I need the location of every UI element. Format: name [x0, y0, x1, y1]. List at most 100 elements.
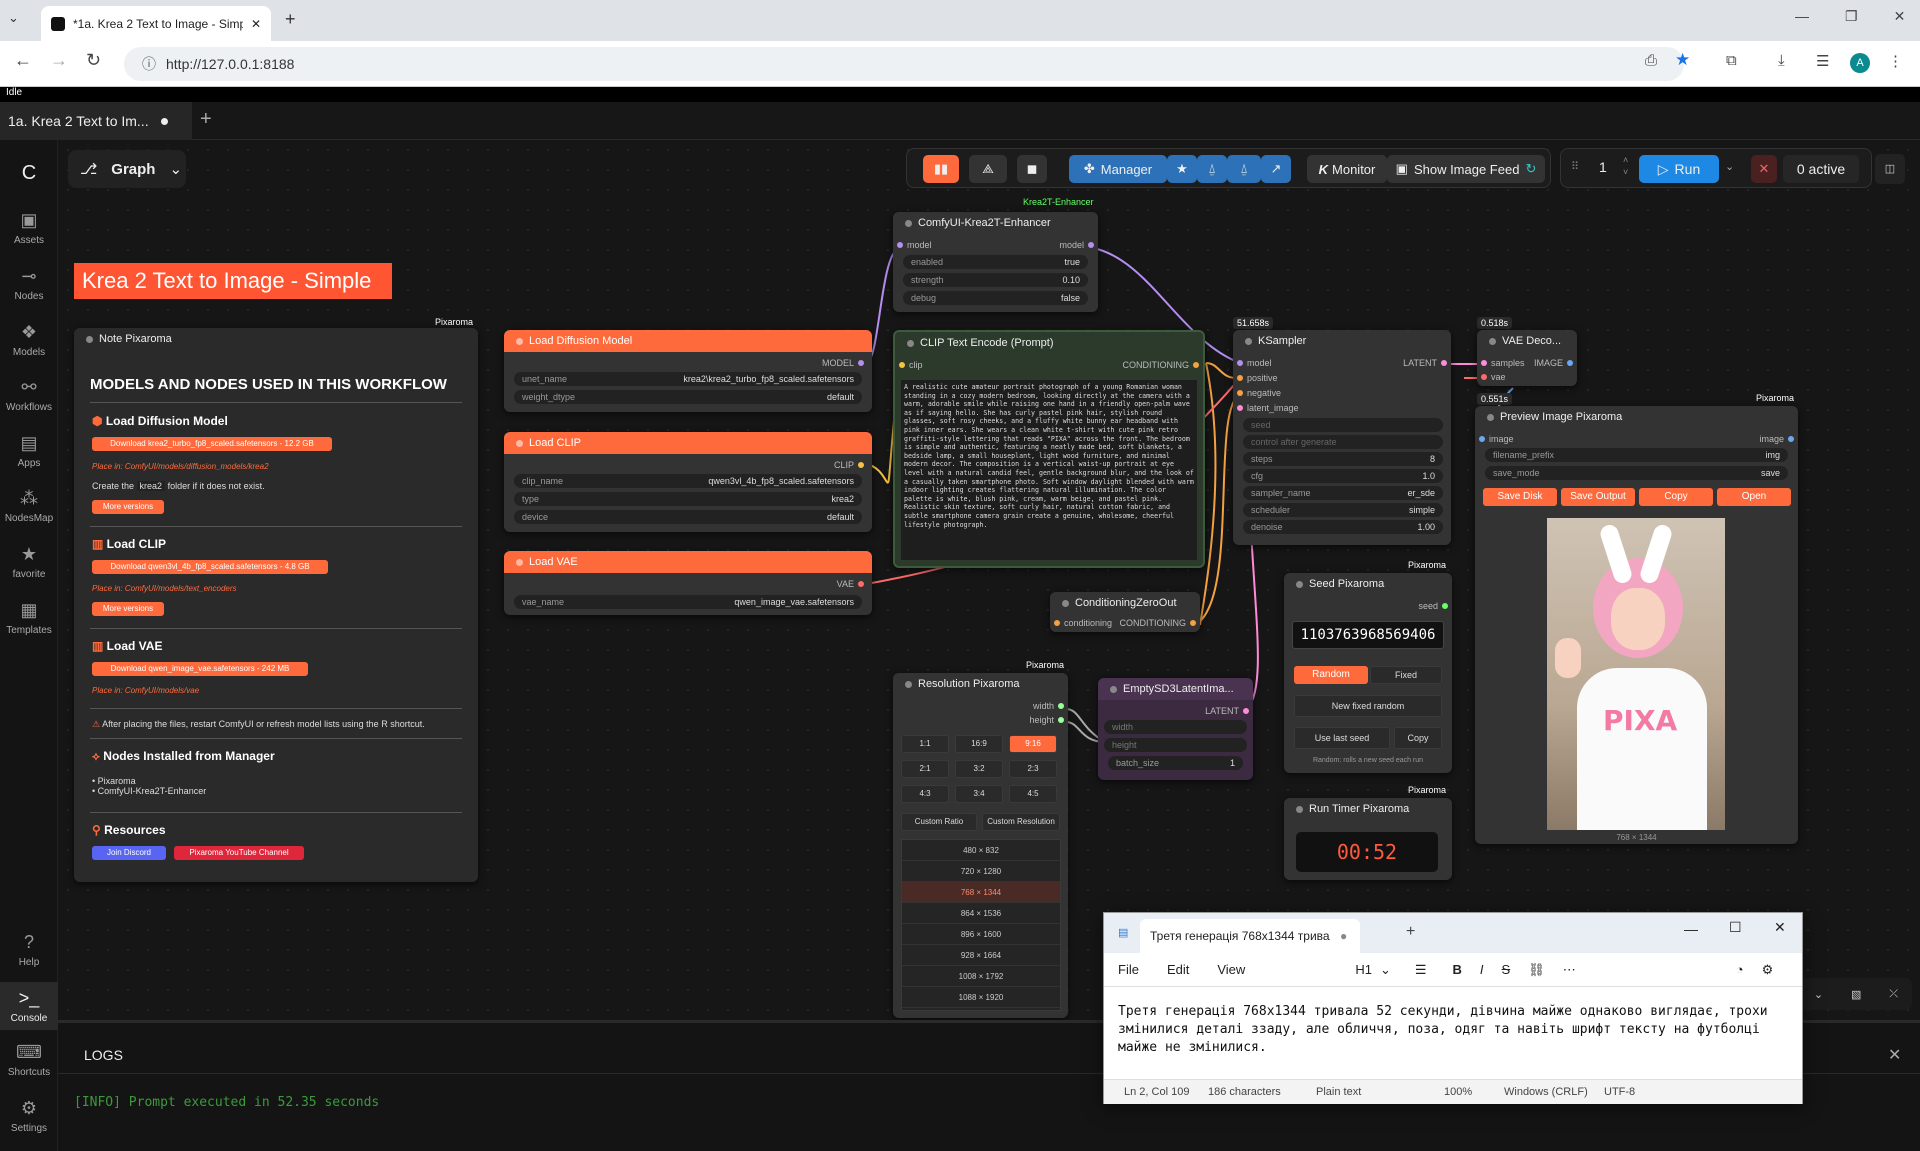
restore-icon[interactable]: ❐ [1845, 8, 1858, 25]
input-slot[interactable] [1237, 390, 1243, 396]
resolution-node[interactable]: Resolution Pixaroma width height 1:1 16:9… [893, 673, 1068, 1018]
batch-count-input[interactable]: 1 [1599, 159, 1607, 175]
queue-active-badge[interactable]: 0 active [1783, 155, 1859, 183]
sidebar-item-templates[interactable]: ▦ Templates [0, 600, 58, 636]
debug-toggle[interactable]: debug false [903, 291, 1088, 305]
conditioning-zero-out-node[interactable]: ConditioningZeroOut conditioning CONDITI… [1050, 592, 1200, 632]
list-icon[interactable]: ☰ [1415, 962, 1427, 978]
menu-view[interactable]: View [1217, 962, 1245, 977]
batch-size-stepper[interactable]: batch_size 1 [1108, 756, 1243, 770]
profile-avatar[interactable]: A [1850, 53, 1870, 73]
collapse-dot[interactable] [1110, 685, 1117, 693]
ratio-button[interactable]: 4:5 [1009, 785, 1057, 803]
new-workflow-icon[interactable]: + [200, 108, 212, 131]
clip-name-combo[interactable]: clip_name qwen3vl_4b_fp8_scaled.safetenso… [514, 474, 862, 488]
browser-tab[interactable]: *1a. Krea 2 Text to Image - Simp ✕ [41, 6, 271, 41]
maximize-icon[interactable]: ☐ [1729, 919, 1742, 936]
output-slot[interactable] [1442, 603, 1448, 609]
sidebar-item-shortcuts[interactable]: ⌨ Shortcuts [0, 1042, 58, 1078]
ratio-button[interactable]: 2:3 [1009, 760, 1057, 778]
sidebar-item-favorite[interactable]: ★ favorite [0, 544, 58, 580]
preview-image[interactable]: PIXA [1547, 518, 1725, 830]
close-window-icon[interactable]: ✕ [1774, 919, 1786, 936]
menu-file[interactable]: File [1118, 962, 1139, 977]
ksampler-node[interactable]: KSampler model positive negative latent_… [1233, 330, 1451, 545]
output-slot[interactable] [1058, 717, 1064, 723]
vae-name-combo[interactable]: vae_name qwen_image_vae.safetensors [514, 595, 862, 609]
notepad-tab[interactable]: Третя генерація 768x1344 тривала ● [1140, 919, 1360, 953]
collapse-dot[interactable] [516, 337, 523, 345]
size-option[interactable]: 1008 × 1792 [902, 966, 1060, 987]
menu-edit[interactable]: Edit [1167, 962, 1189, 977]
strength-stepper[interactable]: strength 0.10 [903, 273, 1088, 287]
ratio-button[interactable]: 9:16 [1009, 735, 1057, 753]
note-node[interactable]: Note Pixaroma MODELS AND NODES USED IN T… [74, 328, 478, 882]
bold-icon[interactable]: B [1453, 962, 1462, 977]
sidebar-item-models[interactable]: ❖ Models [0, 322, 58, 358]
collapse-dot[interactable] [1489, 337, 1496, 345]
load-vae-node[interactable]: Load VAE VAE vae_name qwen_image_vae.safe… [504, 551, 872, 615]
custom-ratio-button[interactable]: Custom Ratio [901, 813, 977, 831]
more-versions-button[interactable]: More versions [92, 602, 164, 616]
browser-menu-icon[interactable]: ⋮ [1888, 52, 1903, 70]
install-app-icon[interactable]: ⎙ [1645, 52, 1657, 69]
output-slot[interactable] [858, 581, 864, 587]
height-input[interactable]: height [1104, 738, 1247, 752]
output-slot[interactable] [1788, 436, 1794, 442]
downloads-icon[interactable]: ⤓ [1778, 52, 1785, 69]
collapse-dot[interactable] [1296, 580, 1303, 588]
strikethrough-icon[interactable]: S [1502, 962, 1511, 977]
notepad-text-area[interactable]: Третя генерація 768x1344 тривала 52 секу… [1118, 1003, 1788, 1057]
enabled-toggle[interactable]: enabled true [903, 255, 1088, 269]
clip-text-encode-node[interactable]: CLIP Text Encode (Prompt) clip CONDITION… [893, 330, 1205, 568]
input-slot[interactable] [899, 362, 905, 368]
workflow-tab[interactable]: 1a. Krea 2 Text to Im... [0, 102, 192, 140]
bookmark-icon[interactable]: ◼ [1017, 155, 1047, 183]
fixed-button[interactable]: Fixed [1370, 666, 1442, 684]
random-button[interactable]: Random [1294, 666, 1368, 684]
output-slot[interactable] [1058, 703, 1064, 709]
collapse-dot[interactable] [516, 558, 523, 566]
load-diffusion-model-node[interactable]: Load Diffusion Model MODEL unet_name krea… [504, 330, 872, 412]
output-slot[interactable] [1441, 360, 1447, 366]
right-panel-icon[interactable]: ◫ [1875, 154, 1905, 184]
filename-prefix-input[interactable]: filename_prefix img [1485, 448, 1788, 462]
size-option[interactable]: 768 × 1344 [902, 882, 1060, 903]
more-icon[interactable]: ⋯ [1563, 962, 1576, 978]
ratio-button[interactable]: 16:9 [955, 735, 1003, 753]
download-clip-button[interactable]: Download qwen3vl_4b_fp8_scaled.safetenso… [92, 560, 328, 574]
new-tab-icon[interactable]: + [1406, 923, 1415, 941]
sampler-combo[interactable]: sampler_name er_sde [1243, 486, 1443, 500]
italic-icon[interactable]: I [1480, 962, 1484, 977]
width-input[interactable]: width [1104, 720, 1247, 734]
denoise-stepper[interactable]: denoise 1.00 [1243, 520, 1443, 534]
batch-stepper[interactable]: ˄ ˅ [1623, 154, 1628, 178]
manager-button[interactable]: ✤ Manager [1069, 155, 1167, 183]
link-icon[interactable]: ⛓ [1528, 962, 1545, 978]
custom-resolution-button[interactable]: Custom Resolution [982, 813, 1060, 831]
pixaroma-icon[interactable]: ▮▮ [923, 155, 959, 183]
ratio-button[interactable]: 3:4 [955, 785, 1003, 803]
url-input[interactable]: ⓘ http://127.0.0.1:8188 [124, 47, 1684, 81]
empty-sd3-latent-node[interactable]: EmptySD3LatentIma... LATENT width height… [1098, 678, 1253, 780]
ratio-button[interactable]: 4:3 [901, 785, 949, 803]
size-option[interactable]: 928 × 1664 [902, 945, 1060, 966]
open-button[interactable]: Open [1717, 488, 1791, 506]
extensions-icon[interactable]: ⧉ [1726, 52, 1737, 69]
copy-seed-button[interactable]: Copy [1394, 727, 1442, 749]
reload-icon[interactable]: ↻ [86, 50, 101, 71]
minimize-icon[interactable]: — [1684, 921, 1698, 937]
new-tab-icon[interactable]: + [285, 9, 296, 30]
scheduler-combo[interactable]: scheduler simple [1243, 503, 1443, 517]
tab-list-icon[interactable]: ⌄ [8, 10, 19, 26]
agent2-icon[interactable]: ⍙ [1227, 155, 1261, 183]
drag-handle-icon[interactable]: ⠿ [1571, 160, 1579, 173]
forward-icon[interactable]: → [50, 50, 68, 71]
collapse-dot[interactable] [1062, 599, 1069, 607]
bookmark-star-icon[interactable]: ★ [1675, 50, 1690, 70]
copilot-icon[interactable]: ◔ [1736, 962, 1744, 977]
sidebar-item-help[interactable]: ? Help [0, 932, 58, 968]
close-window-icon[interactable]: ✕ [1894, 8, 1906, 25]
input-slot[interactable] [1237, 360, 1243, 366]
sidebar-item-nodesmap[interactable]: ⁂ NodesMap [0, 488, 58, 524]
